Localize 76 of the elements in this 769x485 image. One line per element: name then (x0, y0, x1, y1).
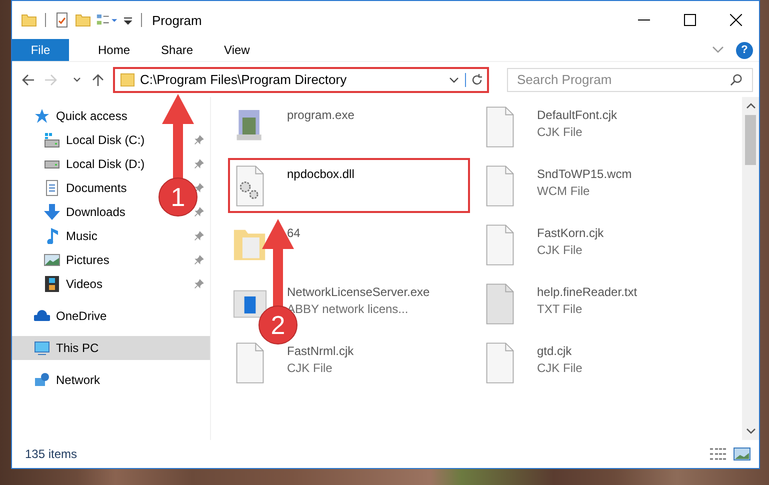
help-button[interactable]: ? (736, 42, 753, 58)
sidebar-item[interactable]: Videos (66, 277, 102, 291)
file-name: help.fineReader.txt (537, 285, 638, 299)
search-icon[interactable] (730, 72, 743, 86)
file-name: FastNrml.cjk (287, 344, 354, 358)
address-path: C:\Program Files\Program Directory (140, 72, 348, 87)
pin-icon[interactable] (194, 135, 204, 145)
ribbon-tab[interactable]: Home (83, 39, 146, 61)
sidebar-item[interactable]: This PC (56, 341, 99, 355)
file-name: FastKorn.cjk (537, 226, 604, 240)
sidebar-item[interactable]: Pictures (66, 253, 110, 267)
file-name: 64 (287, 226, 300, 240)
file-type: TXT File (537, 302, 584, 316)
close-icon (730, 14, 742, 26)
file-name: program.exe (287, 108, 354, 122)
computer-icon[interactable] (34, 340, 50, 356)
folder-icon (120, 72, 135, 87)
highlighted-file-item[interactable]: npdocbox.dll (230, 160, 468, 211)
document-icon[interactable] (44, 180, 60, 196)
file-name: DefaultFont.cjk (537, 108, 618, 122)
download-icon[interactable] (44, 204, 60, 220)
ribbon-tab[interactable]: File (12, 39, 69, 61)
selected-sidebar-item[interactable]: This PC (12, 336, 210, 360)
network-icon[interactable] (34, 372, 50, 388)
cloud-icon[interactable] (34, 308, 50, 324)
scroll-down-icon[interactable] (746, 427, 756, 435)
sidebar-item[interactable]: Local Disk (C:) (66, 133, 145, 147)
folder-icon[interactable] (21, 12, 37, 28)
file-name: NetworkLicenseServer.exe (287, 285, 430, 299)
scrollbar-thumb[interactable] (745, 115, 756, 165)
sidebar-item[interactable]: Local Disk (D:) (66, 157, 145, 171)
sidebar-item[interactable]: OneDrive (56, 309, 107, 323)
file-type: CJK File (537, 243, 584, 257)
pin-icon[interactable] (194, 159, 204, 169)
ribbon-tab[interactable]: Share (146, 39, 208, 61)
pictures-icon[interactable] (44, 252, 60, 268)
sidebar-item[interactable]: Quick access (56, 109, 128, 123)
address-bar[interactable]: C:\Program Files\Program Directory (113, 66, 489, 92)
sidebar-item[interactable]: Music (66, 229, 98, 243)
ribbon-tab[interactable]: View (209, 39, 265, 61)
recent-caret-icon[interactable] (72, 76, 82, 84)
up-arrow-icon[interactable] (91, 72, 105, 86)
sidebar-item[interactable]: Network (56, 373, 100, 387)
pin-icon[interactable] (194, 231, 204, 241)
expand-ribbon-icon[interactable] (712, 46, 724, 54)
properties-icon[interactable] (54, 12, 70, 28)
details-view-icon[interactable] (709, 447, 727, 461)
minimize-icon (638, 19, 650, 21)
file-type: CJK File (287, 361, 334, 375)
music-note-icon[interactable] (44, 228, 60, 244)
pin-icon[interactable] (194, 279, 204, 289)
window-title: Program (152, 12, 202, 28)
file-type: CJK File (537, 361, 582, 375)
back-arrow-icon[interactable] (21, 72, 35, 86)
file-type: CJK File (537, 125, 584, 139)
pin-icon[interactable] (194, 183, 204, 193)
refresh-icon[interactable] (465, 72, 484, 86)
new-folder-icon[interactable] (75, 12, 91, 28)
sidebar-item[interactable]: Documents (66, 181, 127, 195)
step-badge: 1 (158, 178, 198, 216)
sidebar-item[interactable]: Downloads (66, 205, 126, 219)
file-type: WCM File (537, 184, 591, 198)
file-name: npdocbox.dll (287, 167, 354, 181)
drive-icon[interactable] (44, 132, 60, 148)
file-name: gtd.cjk (537, 344, 573, 358)
pin-icon[interactable] (194, 255, 204, 265)
large-icons-view-icon[interactable] (733, 447, 751, 461)
maximize-icon (684, 14, 696, 26)
film-icon[interactable] (44, 276, 60, 292)
star-icon[interactable] (34, 108, 50, 124)
search-field[interactable]: Search Program (507, 68, 753, 92)
dropdown-caret-icon[interactable] (449, 76, 459, 84)
file-name: SndToWP15.wcm (537, 167, 632, 181)
pin-icon[interactable] (194, 207, 204, 217)
item-count: 135 items (25, 447, 78, 461)
scroll-up-icon[interactable] (746, 102, 756, 110)
